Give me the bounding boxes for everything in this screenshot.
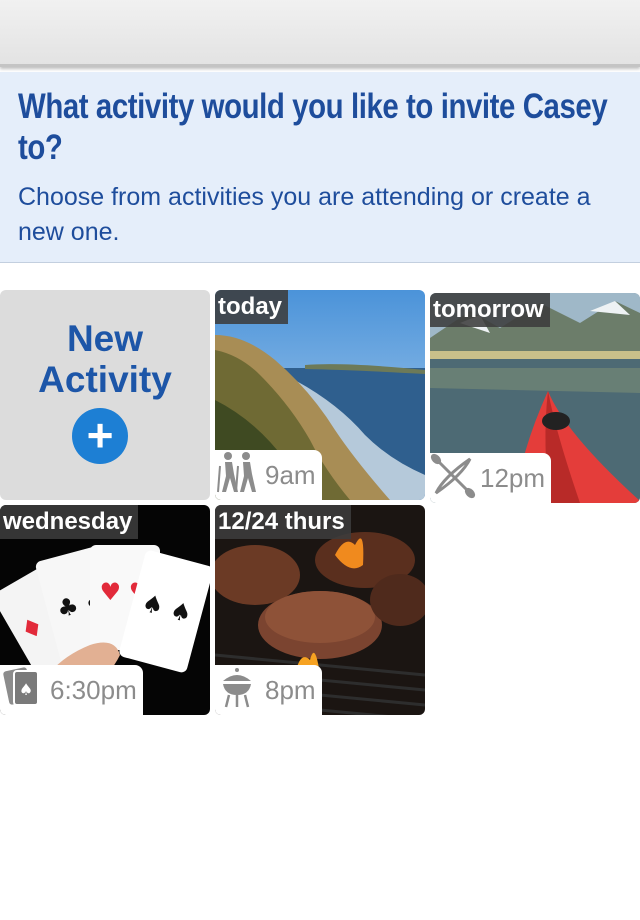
activity-tile-tomorrow[interactable]: tomorrow 12pm — [430, 293, 640, 503]
day-label: today — [215, 290, 289, 324]
top-nav-bar — [0, 0, 640, 67]
playing-cards-icon: ♠ — [0, 666, 48, 714]
activity-tile-wednesday[interactable]: ♦ ♦ ♣ ♣ ♥ ♥ ♠ ♠ wednesday ♠ 6:30pm — [0, 505, 210, 715]
day-label: wednesday — [0, 505, 139, 539]
new-activity-label: New Activity — [38, 318, 172, 400]
time-label: 6:30pm — [50, 674, 137, 705]
prompt-title: What activity would you like to invite C… — [18, 87, 608, 167]
invite-prompt: What activity would you like to invite C… — [0, 72, 640, 263]
new-activity-button[interactable]: New Activity + — [0, 290, 210, 500]
activity-tile-today[interactable]: today 9am — [215, 290, 425, 500]
time-badge: ♠ 6:30pm — [0, 665, 143, 715]
day-label: tomorrow — [430, 293, 550, 327]
kayak-icon — [430, 453, 478, 502]
time-label: 12pm — [480, 462, 546, 493]
time-badge: 8pm — [215, 665, 322, 715]
time-label: 9am — [265, 459, 316, 490]
activity-tile-thursday[interactable]: 12/24 thurs 8pm — [215, 505, 425, 715]
hiking-icon — [215, 451, 263, 499]
time-label: 8pm — [265, 674, 316, 705]
prompt-subtitle: Choose from activities you are attending… — [18, 183, 591, 246]
day-label: 12/24 thurs — [215, 505, 351, 539]
plus-icon: + — [72, 408, 128, 464]
time-badge: 12pm — [430, 453, 552, 503]
svg-text:♠: ♠ — [19, 680, 33, 699]
time-badge: 9am — [215, 450, 322, 500]
grill-icon — [215, 666, 263, 714]
